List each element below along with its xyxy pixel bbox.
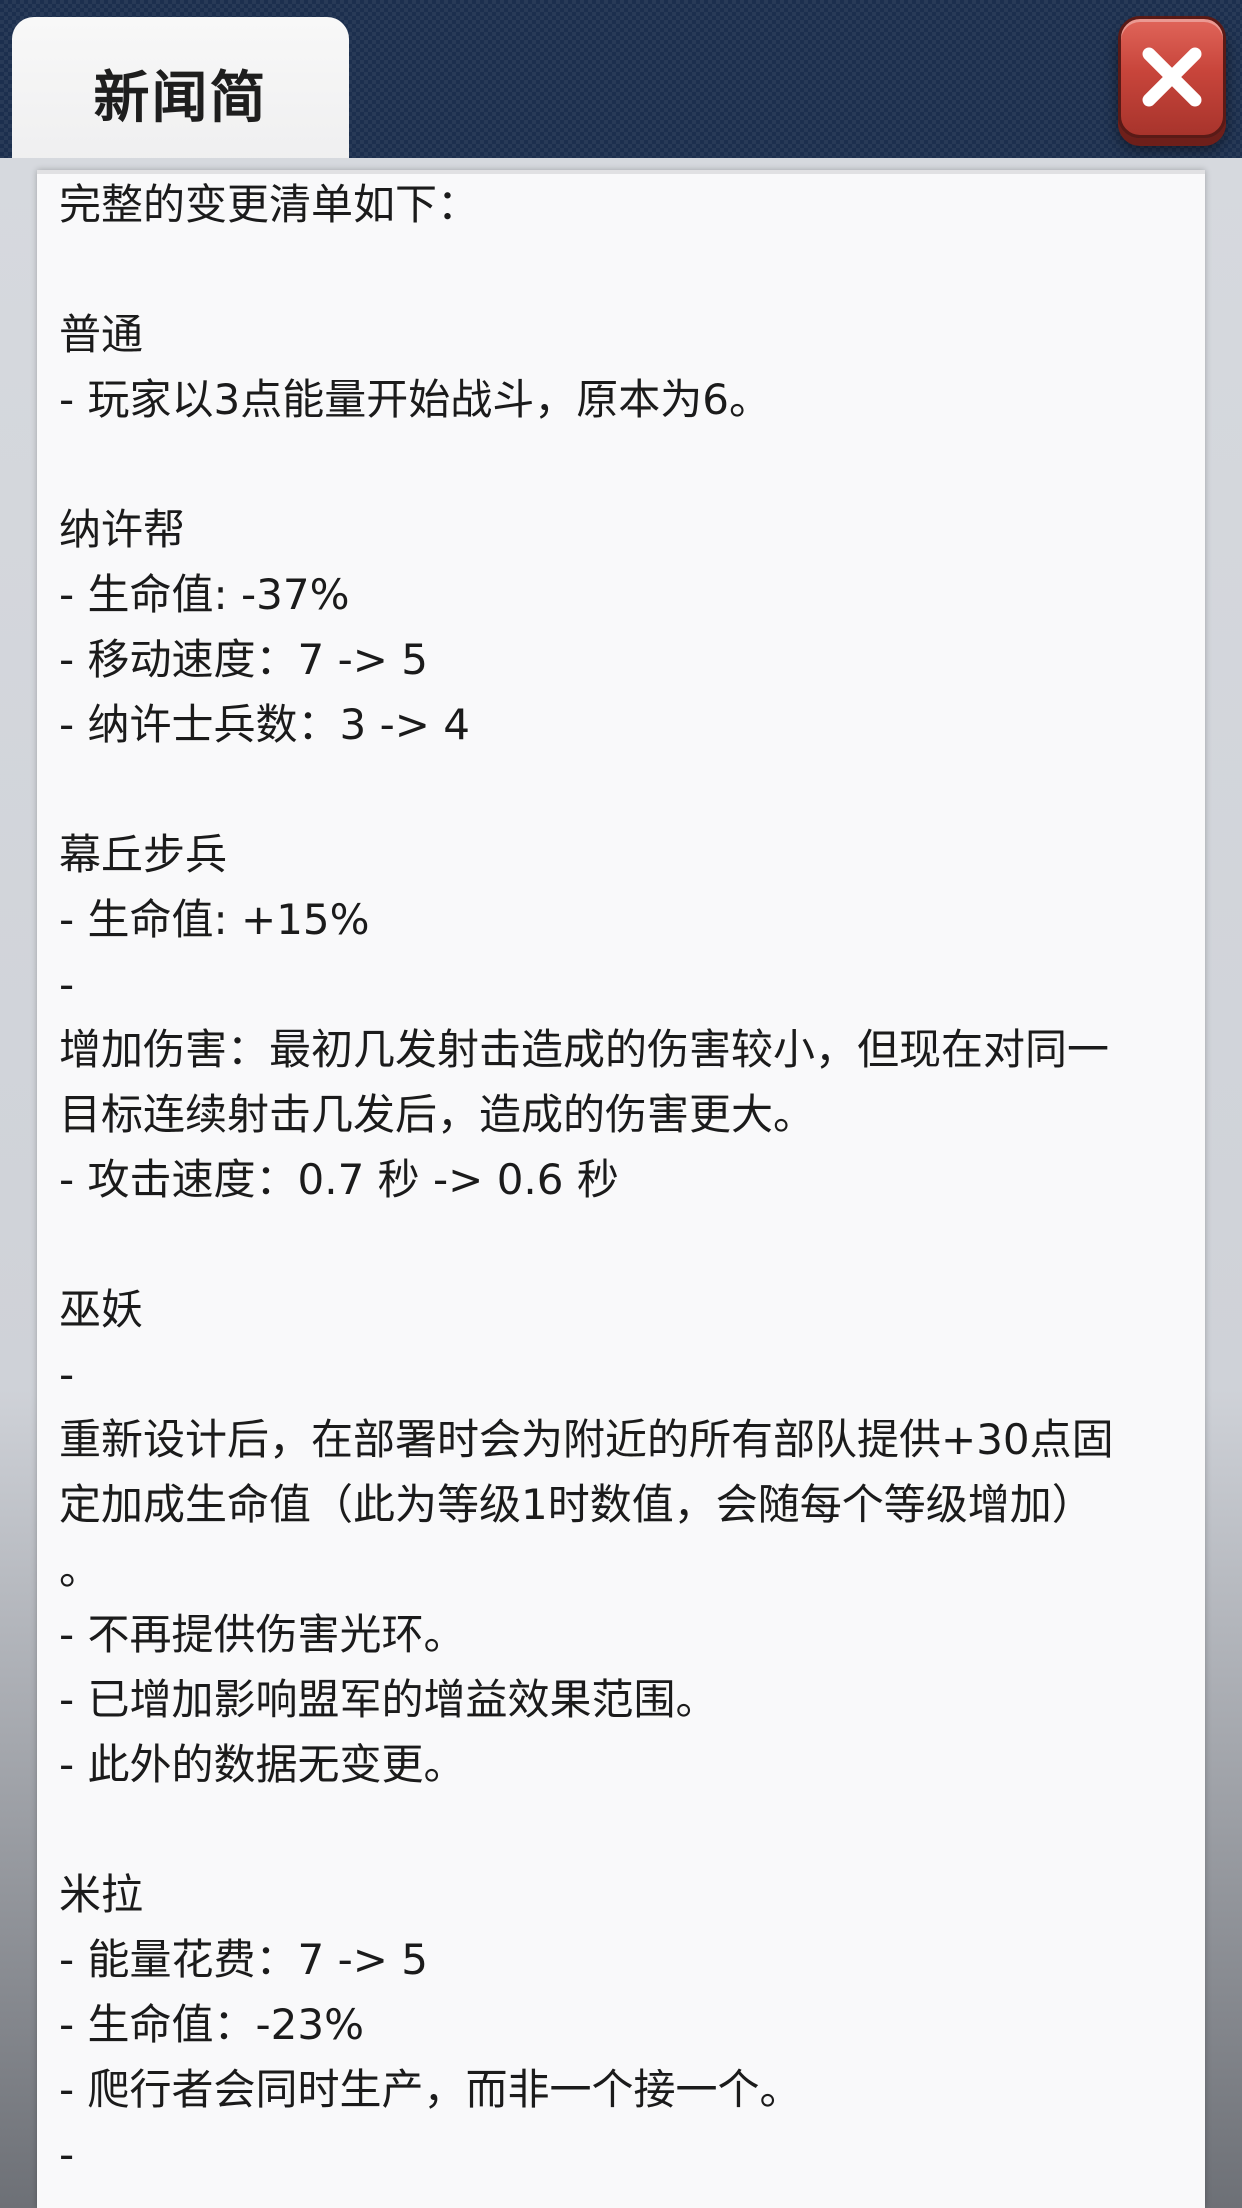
content-line: - 攻击速度：0.7 秒 -> 0.6 秒: [59, 1155, 619, 1204]
content-line: -: [59, 1350, 75, 1399]
content-line: - 纳许士兵数：3 -> 4: [59, 700, 470, 749]
news-content: 完整的变更清单如下： 普通 - 玩家以3点能量开始战斗，原本为6。 纳许帮 - 生命值:…: [59, 172, 1205, 2187]
content-line: 巫妖: [59, 1285, 144, 1334]
news-panel[interactable]: 完整的变更清单如下： 普通 - 玩家以3点能量开始战斗，原本为6。 纳许帮 - 生命值:…: [37, 170, 1205, 2208]
close-icon: [1142, 47, 1202, 107]
content-line: 纳许帮: [59, 505, 186, 554]
content-line: -: [59, 2130, 75, 2179]
tab-news[interactable]: 新闻简: [12, 17, 349, 165]
content-line: -: [59, 960, 75, 1009]
content-line: - 此外的数据无变更。: [59, 1740, 466, 1789]
content-line: - 移动速度：7 -> 5: [59, 635, 428, 684]
content-line: - 不再提供伤害光环。: [59, 1610, 466, 1659]
content-line: 增加伤害：最初几发射击造成的伤害较小，但现在对同一: [59, 1025, 1110, 1074]
content-line: - 生命值: +15%: [59, 895, 370, 944]
content-line: 。: [59, 1545, 102, 1594]
close-button[interactable]: [1118, 16, 1226, 138]
content-line: 定加成生命值（此为等级1时数值，会随每个等级增加）: [59, 1480, 1094, 1529]
header-bar: 新闻简: [0, 0, 1242, 165]
content-line: 普通: [59, 310, 144, 359]
content-line: 目标连续射击几发后，造成的伤害更大。: [59, 1090, 816, 1139]
content-line: - 爬行者会同时生产，而非一个接一个。: [59, 2065, 802, 2114]
content-line: 重新设计后，在部署时会为附近的所有部队提供+30点固: [59, 1415, 1114, 1464]
content-line: - 能量花费：7 -> 5: [59, 1935, 428, 1984]
content-line: - 生命值：-23%: [59, 2000, 365, 2049]
content-line: 幕丘步兵: [59, 830, 228, 879]
content-line: 完整的变更清单如下：: [59, 180, 480, 229]
content-line: 米拉: [59, 1870, 144, 1919]
content-line: - 生命值: -37%: [59, 570, 350, 619]
content-line: - 玩家以3点能量开始战斗，原本为6。: [59, 375, 771, 424]
content-line: - 已增加影响盟军的增益效果范围。: [59, 1675, 718, 1724]
tab-title: 新闻简: [93, 66, 268, 131]
